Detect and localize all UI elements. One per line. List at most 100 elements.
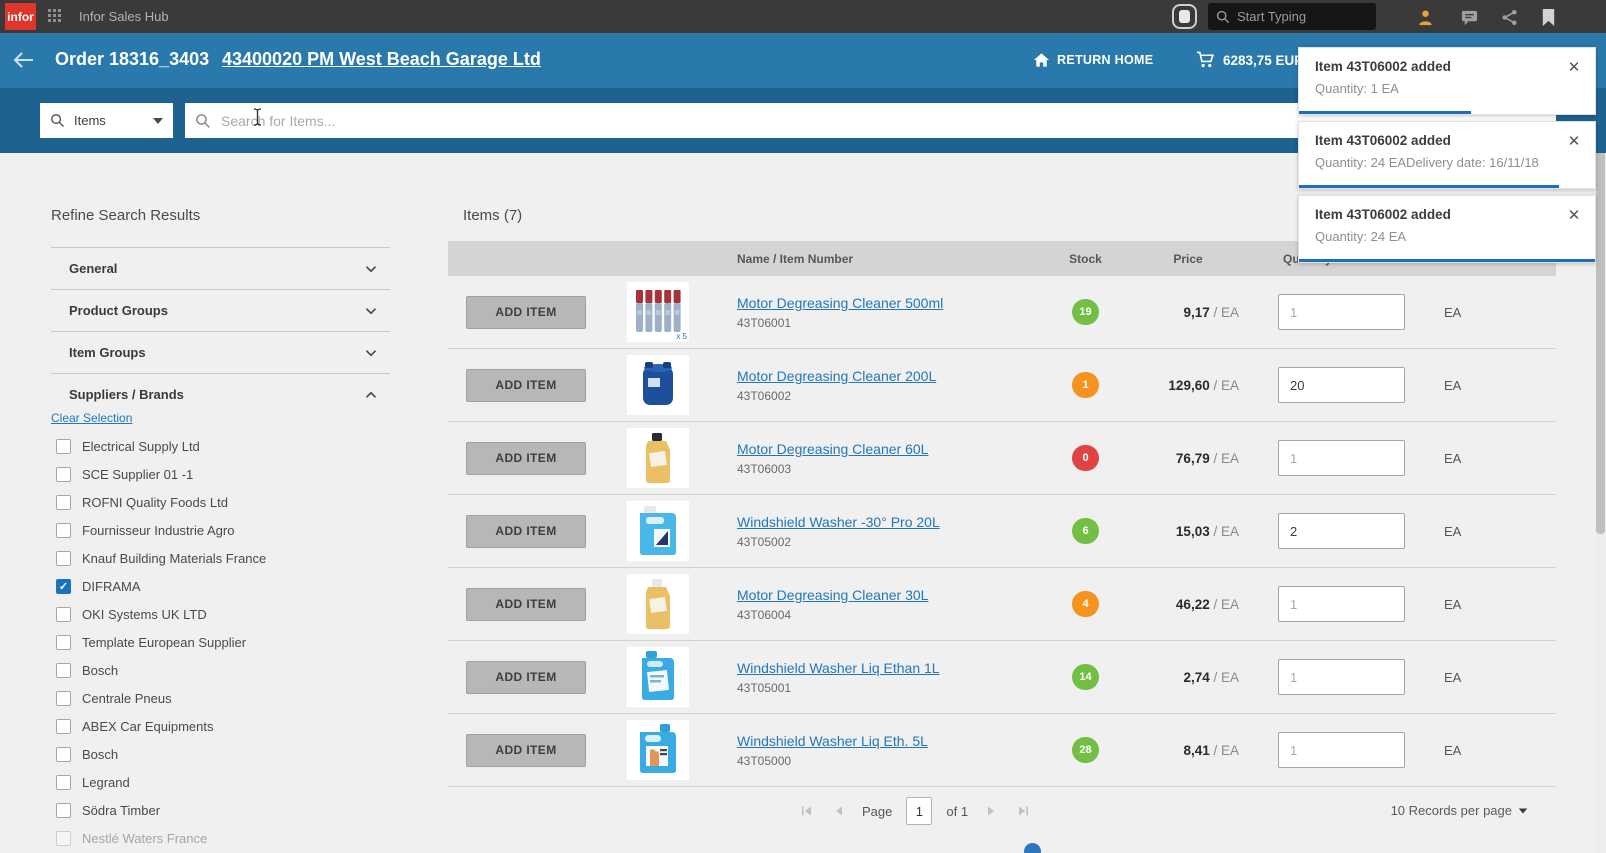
checkbox[interactable] bbox=[56, 467, 71, 482]
filter-sections: General Product Groups Item Groups Suppl… bbox=[51, 247, 390, 415]
global-search-input[interactable] bbox=[1237, 9, 1357, 24]
app-grid-icon[interactable] bbox=[48, 9, 63, 24]
item-unit: EA bbox=[1418, 670, 1556, 685]
checkbox[interactable] bbox=[56, 719, 71, 734]
add-item-button[interactable]: ADD ITEM bbox=[466, 734, 586, 767]
first-page-icon[interactable] bbox=[798, 802, 816, 820]
supplier-checkbox-item[interactable]: Template European Supplier bbox=[51, 628, 390, 656]
stock-badge: 6 bbox=[1072, 518, 1099, 544]
item-name-link[interactable]: Windshield Washer -30° Pro 20L bbox=[737, 514, 940, 530]
share-icon[interactable] bbox=[1498, 6, 1520, 28]
supplier-checkbox-item[interactable]: ✓ DIFRAMA bbox=[51, 572, 390, 600]
checkbox[interactable] bbox=[56, 495, 71, 510]
item-name-link[interactable]: Windshield Washer Liq Ethan 1L bbox=[737, 660, 940, 676]
supplier-checkbox-item[interactable]: Fournisseur Industrie Agro bbox=[51, 516, 390, 544]
item-unit: EA bbox=[1418, 451, 1556, 466]
item-name-link[interactable]: Motor Degreasing Cleaner 500ml bbox=[737, 295, 943, 311]
return-home-button[interactable]: RETURN HOME bbox=[1033, 52, 1153, 68]
filter-section[interactable]: Suppliers / Brands bbox=[51, 373, 390, 415]
panel-toggle-icon[interactable] bbox=[1172, 4, 1197, 29]
chevron-down-icon bbox=[1519, 808, 1528, 813]
chevron-icon bbox=[362, 344, 380, 362]
filter-section[interactable]: Product Groups bbox=[51, 289, 390, 331]
supplier-label: ROFNI Quality Foods Ltd bbox=[82, 495, 228, 510]
top-bar: infor Infor Sales Hub bbox=[0, 0, 1606, 33]
close-icon[interactable]: ✕ bbox=[1565, 58, 1583, 76]
item-name-link[interactable]: Motor Degreasing Cleaner 200L bbox=[737, 368, 936, 384]
checkbox[interactable] bbox=[56, 523, 71, 538]
filter-section[interactable]: Item Groups bbox=[51, 331, 390, 373]
infor-logo[interactable]: infor bbox=[5, 3, 36, 30]
item-name-link[interactable]: Windshield Washer Liq Eth. 5L bbox=[737, 733, 928, 749]
next-page-icon[interactable] bbox=[982, 802, 1000, 820]
add-item-button[interactable]: ADD ITEM bbox=[466, 661, 586, 694]
supplier-checkbox-item[interactable]: Södra Timber bbox=[51, 796, 390, 824]
supplier-checkbox-item[interactable]: Legrand bbox=[51, 768, 390, 796]
last-page-icon[interactable] bbox=[1014, 802, 1032, 820]
close-icon[interactable]: ✕ bbox=[1565, 206, 1583, 224]
checkbox[interactable] bbox=[56, 775, 71, 790]
add-item-button[interactable]: ADD ITEM bbox=[466, 588, 586, 621]
scrollbar-thumb[interactable] bbox=[1596, 104, 1605, 534]
supplier-checkbox-item[interactable]: SCE Supplier 01 -1 bbox=[51, 460, 390, 488]
back-icon[interactable] bbox=[12, 50, 36, 75]
column-stock: Stock bbox=[1038, 252, 1133, 266]
search-icon bbox=[50, 113, 65, 128]
checkbox[interactable] bbox=[56, 831, 71, 846]
add-item-button[interactable]: ADD ITEM bbox=[466, 296, 586, 329]
user-icon[interactable] bbox=[1414, 6, 1436, 28]
quantity-input[interactable] bbox=[1278, 586, 1405, 622]
checkbox[interactable] bbox=[56, 439, 71, 454]
checkbox[interactable] bbox=[56, 551, 71, 566]
global-search[interactable] bbox=[1208, 3, 1376, 30]
checkbox[interactable] bbox=[56, 635, 71, 650]
supplier-checkbox-item[interactable]: ROFNI Quality Foods Ltd bbox=[51, 488, 390, 516]
cart-button[interactable]: 6283,75 EUR bbox=[1196, 51, 1304, 69]
supplier-checkbox-item[interactable]: Bosch bbox=[51, 656, 390, 684]
chat-icon[interactable] bbox=[1458, 6, 1480, 28]
add-item-button[interactable]: ADD ITEM bbox=[466, 369, 586, 402]
item-number: 43T05000 bbox=[737, 754, 1038, 768]
add-item-button[interactable]: ADD ITEM bbox=[466, 515, 586, 548]
page-number-input[interactable] bbox=[906, 797, 932, 825]
quantity-input[interactable] bbox=[1278, 294, 1405, 330]
add-item-button[interactable]: ADD ITEM bbox=[466, 442, 586, 475]
supplier-checkbox-item[interactable]: Knauf Building Materials France bbox=[51, 544, 390, 572]
supplier-checkbox-item[interactable]: Centrale Pneus bbox=[51, 684, 390, 712]
checkbox[interactable] bbox=[56, 803, 71, 818]
item-name-link[interactable]: Motor Degreasing Cleaner 30L bbox=[737, 587, 928, 603]
product-image bbox=[627, 428, 689, 488]
quantity-input[interactable] bbox=[1278, 440, 1405, 476]
stock-badge: 0 bbox=[1072, 445, 1099, 471]
supplier-checkbox-item[interactable]: Bosch bbox=[51, 740, 390, 768]
quantity-input[interactable] bbox=[1278, 367, 1405, 403]
checkbox[interactable]: ✓ bbox=[56, 579, 71, 594]
checkbox[interactable] bbox=[56, 607, 71, 622]
prev-page-icon[interactable] bbox=[830, 802, 848, 820]
search-category-dropdown[interactable]: Items bbox=[40, 103, 173, 138]
chevron-down-icon bbox=[153, 118, 163, 124]
customer-link[interactable]: 43400020 PM West Beach Garage Ltd bbox=[222, 49, 541, 70]
vertical-scrollbar[interactable] bbox=[1595, 88, 1606, 853]
supplier-checkbox-item[interactable]: ABEX Car Equipments bbox=[51, 712, 390, 740]
toast-body: Quantity: 24 EA bbox=[1315, 229, 1581, 244]
item-name-link[interactable]: Motor Degreasing Cleaner 60L bbox=[737, 441, 928, 457]
quantity-input[interactable] bbox=[1278, 732, 1405, 768]
clear-selection-link[interactable]: Clear Selection bbox=[51, 411, 132, 425]
supplier-checkbox-item[interactable]: OKI Systems UK LTD bbox=[51, 600, 390, 628]
quantity-input[interactable] bbox=[1278, 513, 1405, 549]
checkbox[interactable] bbox=[56, 747, 71, 762]
item-price: 15,03 / EA bbox=[1133, 524, 1243, 539]
checkbox[interactable] bbox=[56, 691, 71, 706]
filter-section[interactable]: General bbox=[51, 247, 390, 289]
close-icon[interactable]: ✕ bbox=[1565, 132, 1583, 150]
checkbox[interactable] bbox=[56, 663, 71, 678]
records-per-page-dropdown[interactable]: 10 Records per page bbox=[1391, 803, 1528, 818]
quantity-input[interactable] bbox=[1278, 659, 1405, 695]
bookmark-icon[interactable] bbox=[1537, 6, 1559, 28]
app-title: Infor Sales Hub bbox=[79, 9, 169, 24]
table-row: ADD ITEM Motor Degreasing Cleaner 200L 4… bbox=[448, 349, 1556, 422]
supplier-checkbox-item[interactable]: Nestlé Waters France bbox=[51, 824, 390, 852]
floating-action-dot[interactable] bbox=[1024, 843, 1041, 853]
supplier-checkbox-item[interactable]: Electrical Supply Ltd bbox=[51, 432, 390, 460]
